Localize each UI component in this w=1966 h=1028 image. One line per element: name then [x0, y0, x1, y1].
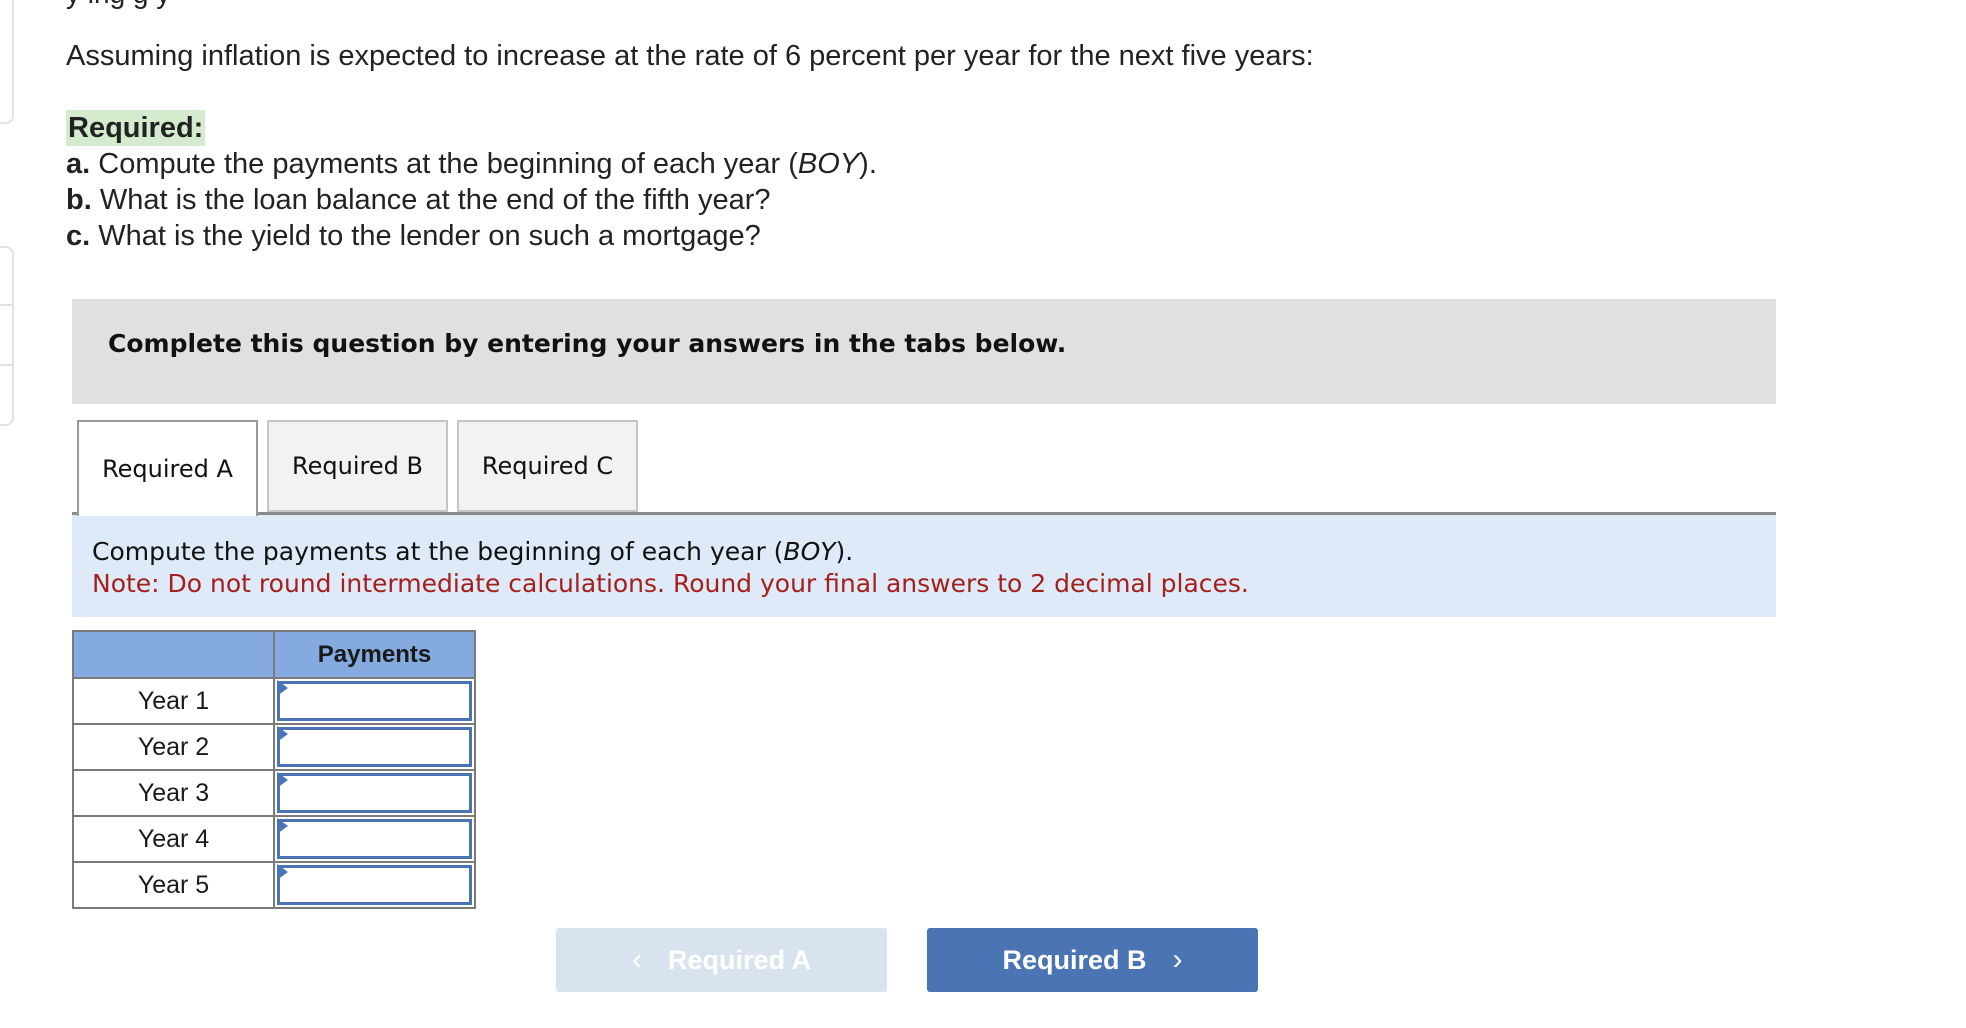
payments-table: Payments Year 1 Year 2 Year 3 Year 4 Yea… [72, 630, 476, 909]
input-marker-icon [277, 772, 288, 788]
header-payments: Payments [273, 630, 476, 679]
prompt-emphasis: BOY [783, 537, 836, 566]
item-letter: c. [66, 220, 91, 252]
row-label: Year 3 [72, 769, 275, 817]
side-panel-edge [0, 0, 14, 124]
next-required-b-button[interactable]: Required B › [927, 928, 1258, 992]
instructions-text: Complete this question by entering your … [108, 329, 1067, 358]
required-item-b: b. What is the loan balance at the end o… [66, 182, 877, 218]
question-prompt-box: Compute the payments at the beginning of… [72, 515, 1776, 617]
item-letter: b. [66, 184, 92, 216]
payment-cell [273, 677, 476, 725]
table-row: Year 2 [72, 723, 476, 771]
cutoff-text: y ing g y [66, 0, 170, 10]
tab-required-a[interactable]: Required A [77, 420, 258, 516]
prompt-start: Compute the payments at the beginning of… [92, 537, 784, 566]
payment-cell [273, 769, 476, 817]
item-letter: a. [66, 148, 91, 180]
prompt-end: ). [835, 537, 854, 566]
table-row: Year 4 [72, 815, 476, 863]
next-button-label: Required B [1002, 944, 1147, 975]
table-header-row: Payments [72, 630, 476, 679]
input-marker-icon [277, 680, 288, 696]
row-label: Year 4 [72, 815, 275, 863]
tab-required-b[interactable]: Required B [267, 420, 448, 512]
item-text: What is the loan balance at the end of t… [91, 184, 771, 216]
prompt-text: Compute the payments at the beginning of… [92, 537, 853, 566]
chevron-left-icon: ‹ [631, 943, 642, 976]
required-heading: Required: [66, 110, 206, 146]
payment-input-year-1[interactable] [277, 681, 472, 721]
payment-input-year-3[interactable] [277, 773, 472, 813]
item-text: What is the yield to the lender on such … [90, 220, 761, 252]
input-marker-icon [277, 818, 288, 834]
prev-button-label: Required A [667, 944, 811, 975]
chevron-right-icon: › [1172, 943, 1183, 976]
row-label: Year 2 [72, 723, 275, 771]
tab-required-c[interactable]: Required C [457, 420, 638, 512]
input-marker-icon [277, 864, 288, 880]
row-label: Year 1 [72, 677, 275, 725]
payment-cell [273, 861, 476, 909]
required-item-c: c. What is the yield to the lender on su… [66, 218, 877, 254]
required-section: Required: a. Compute the payments at the… [66, 110, 877, 254]
payment-input-year-2[interactable] [277, 727, 472, 767]
table-row: Year 3 [72, 769, 476, 817]
input-marker-icon [277, 726, 288, 742]
payment-cell [273, 723, 476, 771]
prev-required-a-button[interactable]: ‹ Required A [556, 928, 887, 992]
item-emphasis: BOY [797, 148, 860, 180]
item-tail: ). [859, 148, 877, 180]
rounding-note: Note: Do not round intermediate calculat… [92, 569, 1249, 598]
table-row: Year 1 [72, 677, 476, 725]
header-blank [72, 630, 275, 679]
divider [0, 304, 12, 306]
payment-cell [273, 815, 476, 863]
item-text: Compute the payments at the beginning of… [90, 148, 798, 180]
table-row: Year 5 [72, 861, 476, 909]
payment-input-year-4[interactable] [277, 819, 472, 859]
divider [0, 364, 12, 366]
instructions-banner: Complete this question by entering your … [72, 299, 1776, 404]
row-label: Year 5 [72, 861, 275, 909]
side-panel-edge [0, 246, 14, 426]
required-item-a: a. Compute the payments at the beginning… [66, 146, 877, 182]
payment-input-year-5[interactable] [277, 865, 472, 905]
question-intro: Assuming inflation is expected to increa… [66, 40, 1314, 72]
